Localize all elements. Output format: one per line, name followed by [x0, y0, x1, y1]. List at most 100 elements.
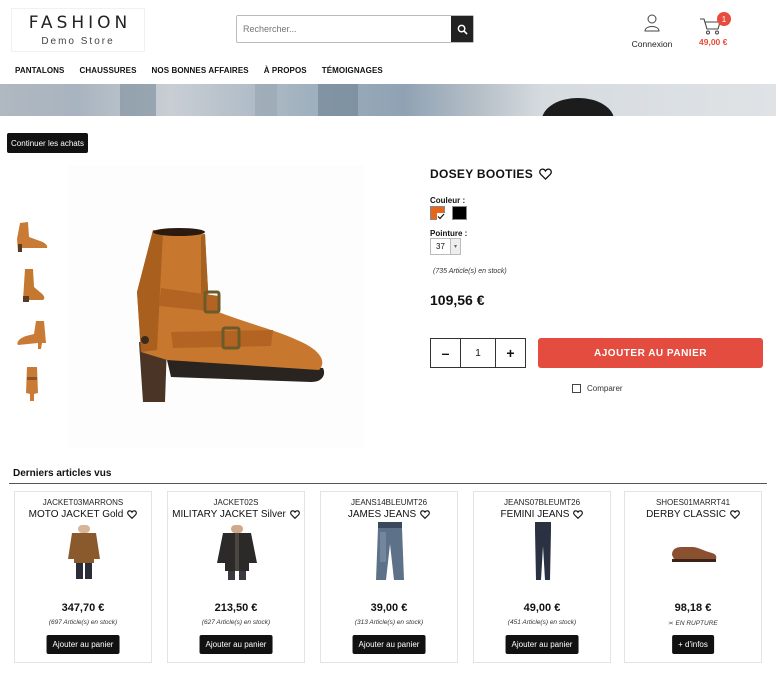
item-name[interactable]: DERBY CLASSIC: [625, 509, 761, 520]
thumbnail-2[interactable]: [9, 262, 55, 308]
product-main-image[interactable]: [68, 165, 364, 448]
search-input[interactable]: [237, 16, 451, 42]
nav-item-pantalons[interactable]: PANTALONS: [15, 66, 65, 75]
search-button[interactable]: [451, 16, 473, 42]
item-name[interactable]: JAMES JEANS: [321, 509, 457, 520]
color-swatch-black[interactable]: [452, 206, 467, 220]
item-name-text: FEMINI JEANS: [500, 509, 570, 520]
item-ref: JEANS14BLEUMT26: [350, 498, 428, 507]
item-ref: SHOES01MARRT41: [655, 498, 731, 507]
item-ref: JACKET02S: [213, 498, 259, 507]
dosey-booties-image: [137, 227, 325, 402]
quantity-stepper: – 1 +: [430, 338, 526, 368]
user-icon: [644, 14, 660, 32]
product-title-text: DOSEY BOOTIES: [430, 167, 534, 181]
account-label: Connexion: [631, 39, 673, 49]
item-name-text: DERBY CLASSIC: [646, 509, 726, 520]
wishlist-heart-icon[interactable]: [420, 510, 431, 519]
item-name[interactable]: MILITARY JACKET Silver: [168, 509, 304, 520]
product-title: DOSEY BOOTIES: [430, 167, 552, 181]
recent-item-card[interactable]: SHOES01MARRT41 DERBY CLASSIC 98,18 € ≍ E…: [624, 491, 762, 663]
wishlist-heart-icon[interactable]: [539, 168, 552, 180]
logo-title: FASHION: [28, 13, 132, 33]
wishlist-heart-icon[interactable]: [730, 510, 740, 519]
compare-toggle[interactable]: Comparer: [572, 384, 623, 393]
item-price: 213,50 €: [214, 602, 258, 614]
product-thumbnails: [9, 213, 59, 409]
recent-item-card[interactable]: JEANS14BLEUMT26 JAMES JEANS 39,00 € (313…: [320, 491, 458, 663]
item-stock: (313 Article(s) en stock): [354, 619, 424, 626]
quantity-decrease-button[interactable]: –: [431, 339, 461, 367]
store-logo[interactable]: FASHION Demo Store: [11, 8, 145, 52]
nav-item-chaussures[interactable]: CHAUSSURES: [80, 66, 137, 75]
wishlist-heart-icon[interactable]: [127, 510, 138, 519]
main-nav: PANTALONS CHAUSSURES NOS BONNES AFFAIRES…: [15, 66, 383, 75]
cart-count-badge: 1: [717, 12, 731, 26]
item-name-text: MILITARY JACKET Silver: [172, 509, 286, 520]
item-price: 347,70 €: [61, 602, 105, 614]
hero-banner-image: [0, 84, 776, 116]
size-label: Pointure :: [430, 229, 468, 238]
boot-rear-thumbnail-image: [26, 367, 38, 401]
nav-item-a-propos[interactable]: À PROPOS: [264, 66, 307, 75]
quantity-value[interactable]: 1: [461, 339, 495, 367]
quantity-increase-button[interactable]: +: [495, 339, 525, 367]
item-price: 49,00 €: [523, 602, 561, 614]
boot-side-thumbnail-image: [23, 269, 45, 302]
logo-subtitle: Demo Store: [41, 36, 115, 47]
item-ref: JEANS07BLEUMT26: [503, 498, 581, 507]
add-to-cart-button[interactable]: AJOUTER AU PANIER: [538, 338, 763, 368]
black-jacket-image[interactable]: [212, 522, 262, 582]
derby-shoe-image[interactable]: [669, 522, 719, 582]
search-bar: [236, 15, 474, 43]
item-name[interactable]: FEMINI JEANS: [474, 509, 610, 520]
item-price: 39,00 €: [370, 602, 408, 614]
recent-item-card[interactable]: JACKET03MARRONS MOTO JACKET Gold 347,70 …: [14, 491, 152, 663]
compare-checkbox[interactable]: [572, 384, 581, 393]
brown-leather-jacket-image[interactable]: [59, 522, 109, 582]
color-swatch-orange[interactable]: [430, 206, 445, 220]
size-select[interactable]: 37 ▾: [430, 238, 461, 255]
cart-total: 49,00 €: [699, 37, 728, 47]
slim-jeans-image[interactable]: [518, 522, 568, 582]
recent-section-title: Derniers articles vus: [13, 468, 112, 479]
item-name[interactable]: MOTO JACKET Gold: [15, 509, 151, 520]
selected-check-icon: [437, 213, 445, 220]
wishlist-heart-icon[interactable]: [573, 510, 584, 519]
compare-label: Comparer: [587, 384, 623, 393]
add-to-cart-button[interactable]: Ajouter au panier: [352, 635, 426, 654]
item-stock: (697 Article(s) en stock): [48, 619, 118, 626]
nav-item-bonnes-affaires[interactable]: NOS BONNES AFFAIRES: [152, 66, 249, 75]
thumbnail-3[interactable]: [9, 311, 55, 357]
chevron-down-icon: ▾: [450, 239, 460, 254]
section-divider: [9, 483, 767, 484]
color-label: Couleur :: [430, 196, 466, 205]
recent-items-list: JACKET03MARRONS MOTO JACKET Gold 347,70 …: [14, 491, 762, 663]
add-to-cart-button[interactable]: Ajouter au panier: [46, 635, 120, 654]
item-stock: (627 Article(s) en stock): [201, 619, 271, 626]
add-to-cart-button[interactable]: Ajouter au panier: [199, 635, 273, 654]
item-name-text: MOTO JACKET Gold: [28, 509, 124, 520]
recent-item-card[interactable]: JACKET02S MILITARY JACKET Silver 213,50 …: [167, 491, 305, 663]
thumbnail-4[interactable]: [9, 360, 55, 406]
continue-shopping-button[interactable]: Continuer les achats: [7, 133, 88, 153]
size-value: 37: [436, 242, 445, 251]
more-info-button[interactable]: + d'infos: [672, 635, 714, 654]
item-ref: JACKET03MARRONS: [42, 498, 124, 507]
boot-thumbnail-image: [17, 222, 48, 252]
item-price: 98,18 €: [674, 602, 712, 614]
item-stock: ≍ EN RUPTURE: [668, 620, 718, 627]
stock-note: (735 Article(s) en stock): [433, 268, 507, 275]
thumbnail-1[interactable]: [9, 213, 55, 259]
item-name-text: JAMES JEANS: [347, 509, 417, 520]
wishlist-heart-icon[interactable]: [290, 510, 300, 519]
jeans-image[interactable]: [365, 522, 415, 582]
nav-item-temoignages[interactable]: TÉMOIGNAGES: [322, 66, 383, 75]
add-to-cart-button[interactable]: Ajouter au panier: [505, 635, 579, 654]
boot-back-thumbnail-image: [17, 321, 46, 349]
account-link[interactable]: Connexion: [626, 14, 678, 49]
product-price: 109,56 €: [430, 292, 485, 308]
item-stock: (451 Article(s) en stock): [507, 619, 577, 626]
search-icon: [457, 24, 468, 35]
recent-item-card[interactable]: JEANS07BLEUMT26 FEMINI JEANS 49,00 € (45…: [473, 491, 611, 663]
